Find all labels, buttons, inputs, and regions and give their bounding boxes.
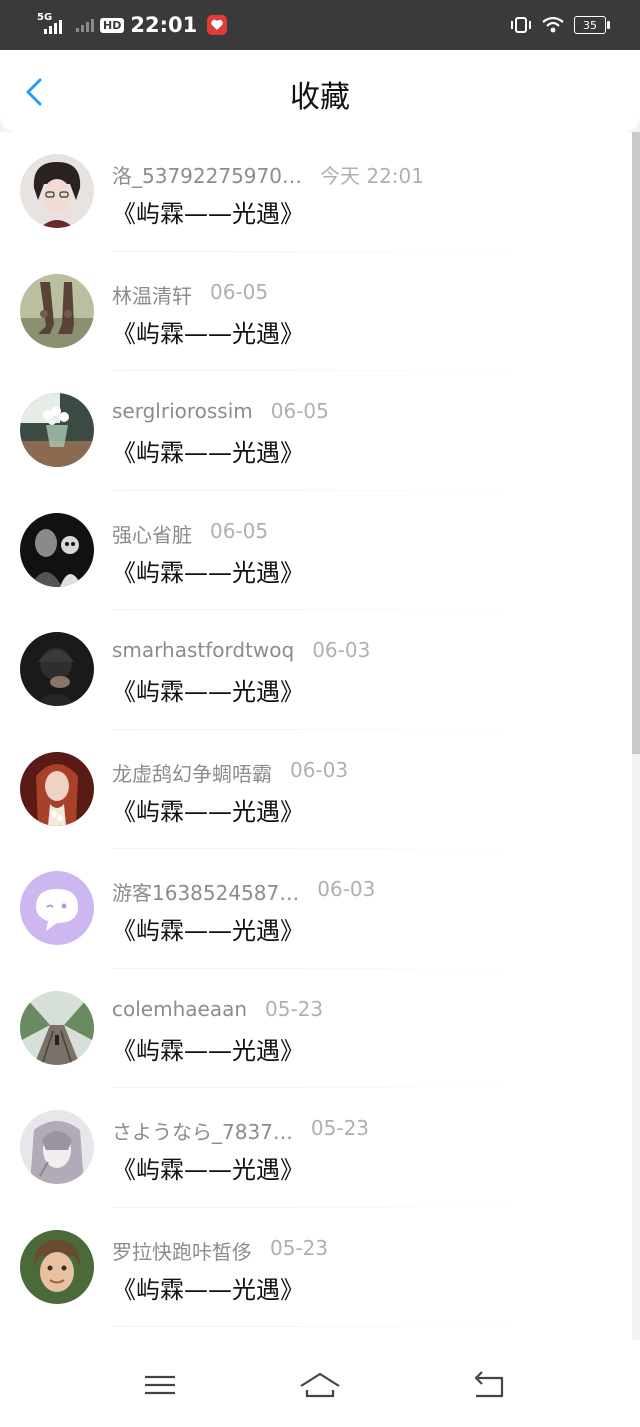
avatar[interactable] (20, 751, 94, 826)
home-icon (300, 1372, 340, 1398)
item-meta: 洛_53792275970… 今天 22:01 (112, 160, 424, 189)
hd-badge: HD (100, 17, 125, 33)
item-username: 罗拉快跑咔皙侈 (112, 1239, 252, 1264)
item-date: 今天 22:01 (319, 164, 424, 188)
divider (112, 1326, 542, 1327)
battery-icon: 35 (574, 16, 610, 34)
list-item[interactable]: 龙虚鸹幻争蜩唔霸 06-03 《屿霖——光遇》 (0, 730, 632, 849)
item-date: 06-03 (317, 877, 376, 901)
item-title: 《屿霖——光遇》 (112, 1156, 304, 1184)
page-title: 收藏 (290, 80, 350, 115)
item-username: smarhastfordtwoq (112, 638, 295, 662)
item-username: serglriorossim (112, 399, 253, 423)
avatar[interactable] (20, 632, 94, 706)
item-title: 《屿霖——光遇》 (112, 319, 304, 348)
item-date: 06-03 (312, 638, 371, 662)
navigation-bar (0, 1340, 640, 1427)
avatar[interactable] (20, 1229, 94, 1304)
item-meta: smarhastfordtwoq 06-03 (112, 638, 370, 662)
avatar[interactable] (20, 512, 94, 587)
scrollbar[interactable] (632, 132, 640, 754)
favorites-list[interactable]: 洛_53792275970… 今天 22:01 《屿霖——光遇》 林温清轩 06… (0, 132, 632, 1340)
list-item[interactable]: さようなら_7837… 05-23 《屿霖——光遇》 (0, 1088, 632, 1208)
item-title: 《屿霖——光遇》 (112, 439, 304, 467)
item-meta: 强心省脏 06-05 (112, 519, 268, 548)
secondary-signal-icon (76, 18, 94, 32)
list-item[interactable]: 洛_53792275970… 今天 22:01 《屿霖——光遇》 (0, 132, 632, 252)
item-title: 《屿霖——光遇》 (112, 558, 304, 587)
item-date: 05-23 (310, 1116, 370, 1140)
item-meta: 游客1638524587… 06-03 (112, 877, 375, 906)
item-meta: serglriorossim 06-05 (112, 399, 329, 423)
item-date: 06-05 (210, 279, 269, 304)
clock: 22:01 (130, 13, 198, 37)
status-right: 35 (510, 10, 610, 40)
system-back-button[interactable] (468, 1368, 508, 1402)
list-item[interactable]: 游客1638524587… 06-03 《屿霖——光遇》 (0, 849, 632, 969)
avatar[interactable] (20, 1110, 94, 1184)
menu-icon (145, 1375, 175, 1395)
header: 收藏 (0, 50, 640, 132)
menu-button[interactable] (140, 1368, 180, 1402)
item-meta: 林温清轩 06-05 (112, 280, 268, 309)
home-button[interactable] (298, 1368, 342, 1402)
list-item[interactable]: 强心省脏 06-05 《屿霖——光遇》 (0, 491, 632, 610)
wifi-icon (542, 16, 564, 33)
item-meta: 龙虚鸹幻争蜩唔霸 06-03 (112, 758, 348, 787)
item-username: colemhaeaan (112, 996, 247, 1021)
item-date: 06-05 (210, 518, 269, 543)
item-date: 06-05 (270, 399, 329, 423)
list-item[interactable]: 林温清轩 06-05 《屿霖——光遇》 (0, 252, 632, 371)
cellular-signal-icon: 5G (36, 12, 68, 36)
item-title: 《屿霖——光遇》 (112, 917, 304, 945)
item-meta: colemhaeaan 05-23 (112, 997, 323, 1021)
notification-app-icon (207, 15, 228, 35)
status-bar: 5G HD 22:01 35 (0, 0, 640, 50)
list-item[interactable]: serglriorossim 06-05 《屿霖——光遇》 (0, 371, 632, 491)
item-username: さようなら_7837… (112, 1120, 293, 1144)
avatar[interactable] (20, 990, 94, 1065)
item-date: 05-23 (265, 996, 324, 1021)
avatar[interactable] (20, 154, 94, 228)
battery-level: 35 (583, 18, 597, 32)
item-date: 05-23 (270, 1235, 329, 1260)
item-title: 《屿霖——光遇》 (112, 1275, 304, 1304)
status-left: 5G HD 22:01 (36, 10, 228, 40)
avatar[interactable] (20, 393, 94, 467)
item-username: 林温清轩 (112, 283, 192, 308)
item-username: 游客1638524587… (112, 881, 300, 905)
item-title: 《屿霖——光遇》 (112, 1036, 304, 1065)
vibrate-icon (511, 17, 531, 33)
avatar[interactable] (20, 273, 94, 348)
item-meta: さようなら_7837… 05-23 (112, 1116, 369, 1145)
item-meta: 罗拉快跑咔皙侈 05-23 (112, 1236, 328, 1265)
item-username: 洛_53792275970… (112, 164, 302, 188)
item-title: 《屿霖——光遇》 (112, 797, 304, 826)
list-item[interactable]: 罗拉快跑咔皙侈 05-23 《屿霖——光遇》 (0, 1208, 632, 1327)
item-title: 《屿霖——光遇》 (112, 678, 304, 706)
list-item[interactable]: smarhastfordtwoq 06-03 《屿霖——光遇》 (0, 610, 632, 730)
item-date: 06-03 (290, 757, 349, 782)
item-title: 《屿霖——光遇》 (112, 200, 304, 228)
avatar[interactable] (20, 871, 94, 945)
item-username: 龙虚鸹幻争蜩唔霸 (112, 761, 272, 786)
back-icon (474, 1371, 504, 1398)
item-username: 强心省脏 (112, 522, 192, 547)
list-item[interactable]: colemhaeaan 05-23 《屿霖——光遇》 (0, 969, 632, 1088)
